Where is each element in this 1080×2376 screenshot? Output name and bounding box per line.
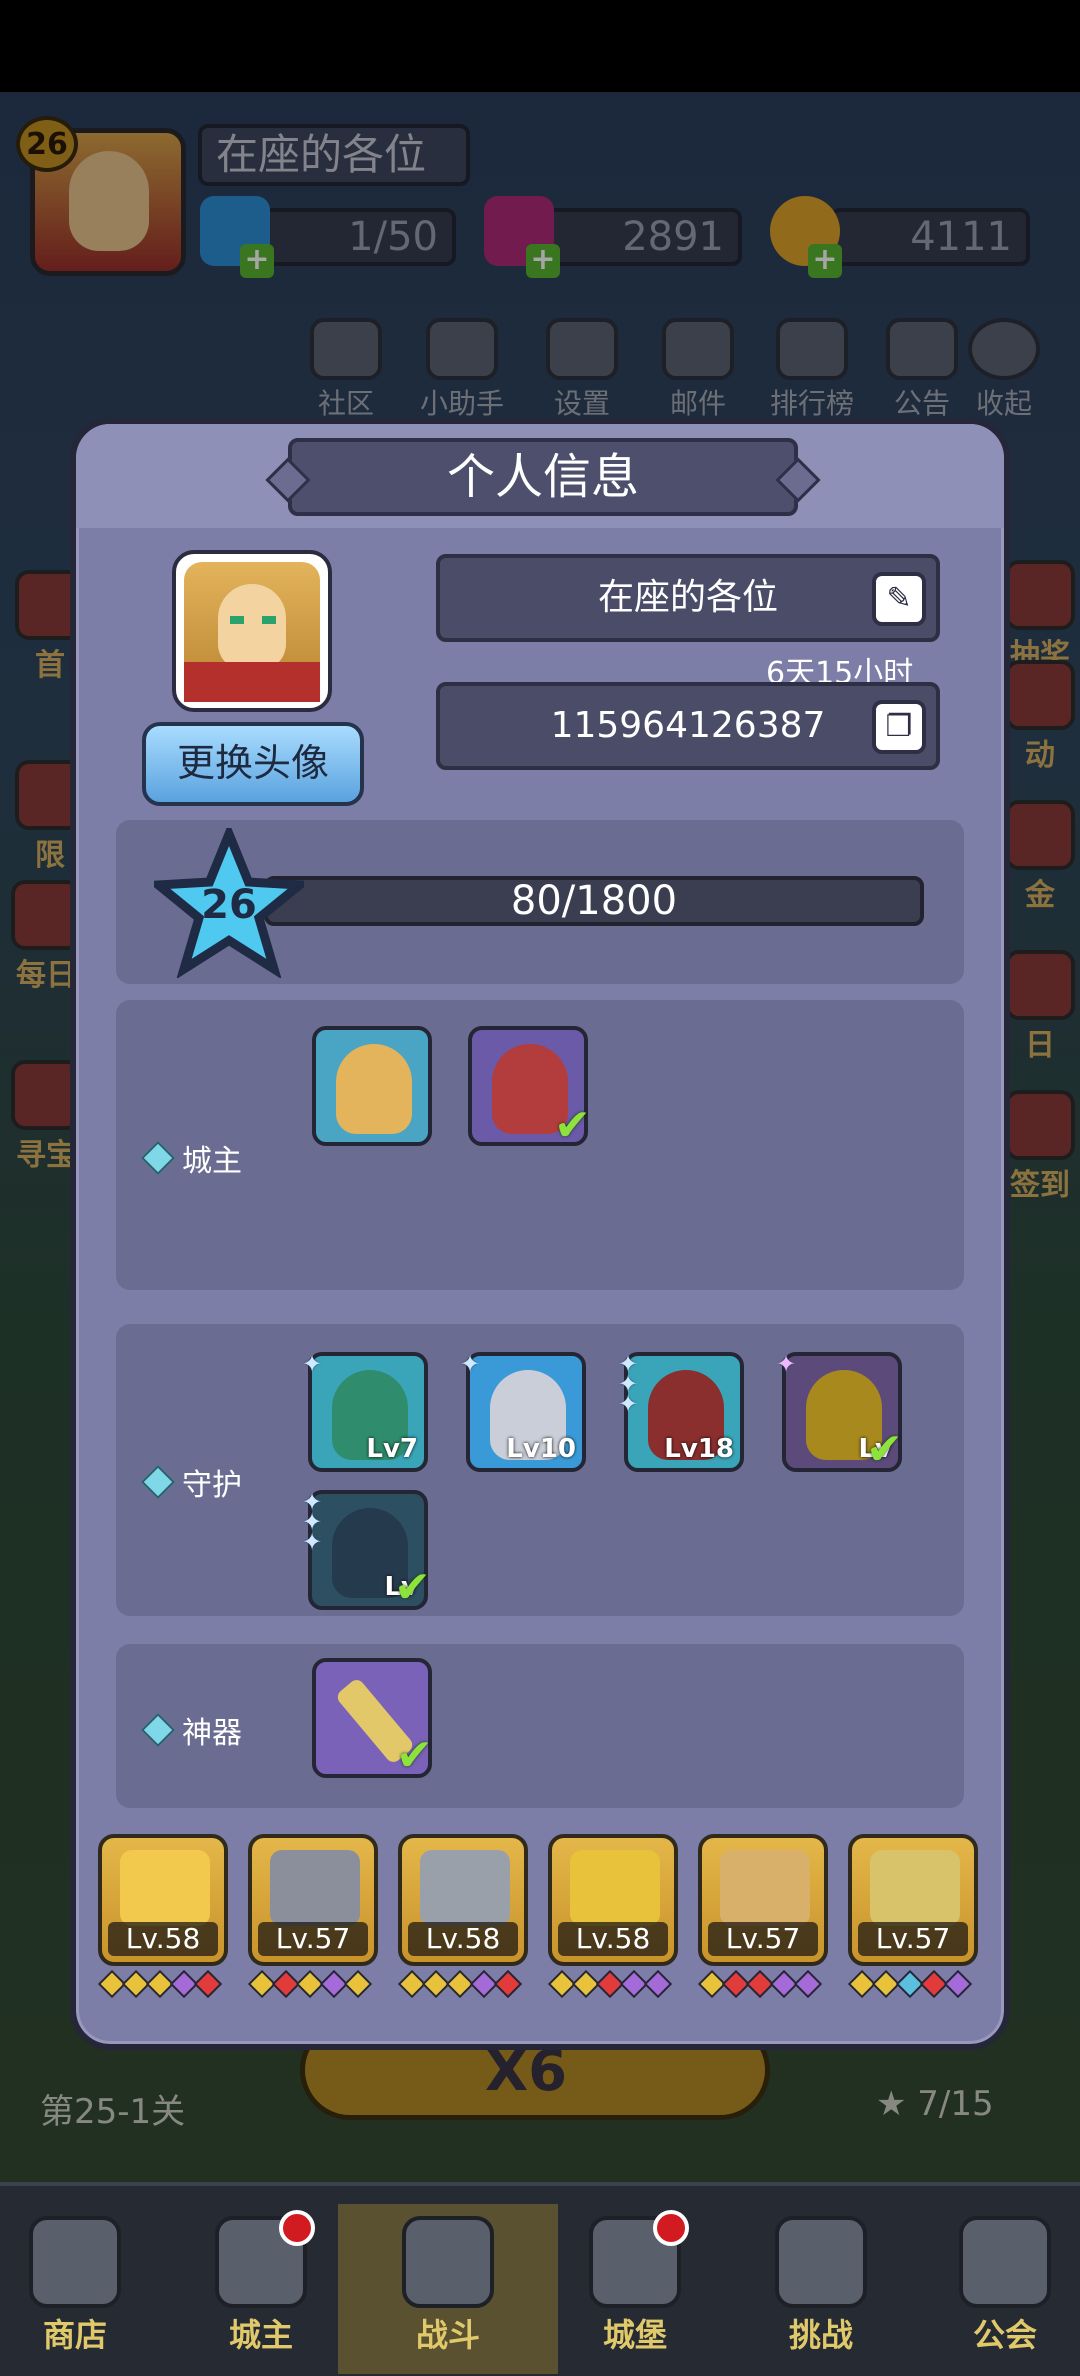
equipment-slot-boots[interactable]: Lv.58 xyxy=(398,1834,528,1966)
nav-challenge[interactable]: 挑战 xyxy=(746,2204,896,2374)
artifacts-panel xyxy=(116,1644,964,1808)
profile-level: 26 xyxy=(201,882,257,928)
notification-badge xyxy=(653,2210,689,2246)
equipment-slot-armor[interactable]: Lv.57 xyxy=(248,1834,378,1966)
name-field: 在座的各位 ✎ xyxy=(436,554,940,642)
nav-shop[interactable]: 商店 xyxy=(0,2204,150,2374)
ring-icon xyxy=(720,1850,810,1926)
star-rank-icon: ✦ xyxy=(776,1350,797,1378)
equipment-slot-staff[interactable]: Lv.58 xyxy=(548,1834,678,1966)
selected-check-icon: ✔ xyxy=(394,1562,431,1613)
boots-icon xyxy=(420,1850,510,1926)
star-rank-icon: ✦ xyxy=(460,1350,481,1378)
selected-check-icon: ✔ xyxy=(396,1730,433,1781)
guardians-section-label: 守护 xyxy=(141,1460,242,1504)
equipment-level: Lv.58 xyxy=(408,1922,518,1956)
crown-icon xyxy=(215,2210,315,2308)
bottom-nav: 商店 城主 战斗 城堡 挑战 公会 xyxy=(0,2182,1080,2376)
selected-check-icon: ✔ xyxy=(866,1424,903,1475)
equipment-gem-slots xyxy=(847,1969,973,1999)
gem-slot xyxy=(643,1969,673,1999)
armor-icon xyxy=(270,1850,360,1926)
edit-icon[interactable]: ✎ xyxy=(872,572,926,626)
modal-title: 个人信息 xyxy=(288,438,798,516)
guardian-tile[interactable]: Lv10 xyxy=(466,1352,586,1472)
equipment-gem-slots xyxy=(97,1969,223,1999)
star-rank-icon: ✦ xyxy=(302,1350,323,1378)
equipment-level: Lv.57 xyxy=(258,1922,368,1956)
id-field: 115964126387 ❐ xyxy=(436,682,940,770)
gem-slot xyxy=(943,1969,973,1999)
staff-icon xyxy=(570,1850,660,1926)
equipment-level: Lv.57 xyxy=(708,1922,818,1956)
equipment-gem-slots xyxy=(697,1969,823,1999)
bow-icon xyxy=(870,1850,960,1926)
lords-section-label: 城主 xyxy=(141,1136,242,1180)
profile-avatar[interactable] xyxy=(172,550,332,712)
star-rank-icon: ✦ ✦ ✦ xyxy=(618,1350,639,1418)
equipment-slot-crown[interactable]: Lv.58 xyxy=(98,1834,228,1966)
status-bar xyxy=(0,0,1080,92)
equipment-gem-slots xyxy=(397,1969,523,1999)
nav-battle[interactable]: 战斗 xyxy=(338,2204,558,2374)
guardian-tile[interactable]: Lv7 xyxy=(308,1352,428,1472)
profile-name: 在座的各位 xyxy=(597,577,778,618)
guardian-tile[interactable]: Lv18 xyxy=(624,1352,744,1472)
equipment-slot-bow[interactable]: Lv.57 xyxy=(848,1834,978,1966)
gem-slot xyxy=(343,1969,373,1999)
diamond-icon xyxy=(141,1141,175,1175)
swords-icon xyxy=(402,2216,494,2308)
equipment-level: Lv.58 xyxy=(558,1922,668,1956)
star-rank-icon: ✦ ✦ ✦ xyxy=(302,1488,323,1556)
selected-check-icon: ✔ xyxy=(554,1100,591,1151)
profile-modal: 个人信息 更换头像 在座的各位 ✎ 6天15小时 115964126387 ❐ … xyxy=(70,418,1010,2050)
lord-tile[interactable] xyxy=(312,1026,432,1146)
nav-castle[interactable]: 城堡 xyxy=(560,2204,710,2374)
copy-icon[interactable]: ❐ xyxy=(872,700,926,754)
equipment-gem-slots xyxy=(547,1969,673,1999)
gem-slot xyxy=(193,1969,223,1999)
shop-icon xyxy=(29,2216,121,2308)
nav-lord[interactable]: 城主 xyxy=(186,2204,336,2374)
artifacts-section-label: 神器 xyxy=(141,1708,242,1752)
demon-icon xyxy=(775,2216,867,2308)
guild-banner-icon xyxy=(959,2216,1051,2308)
diamond-icon xyxy=(141,1465,175,1499)
equipment-slot-ring[interactable]: Lv.57 xyxy=(698,1834,828,1966)
gem-slot xyxy=(793,1969,823,1999)
user-id: 115964126387 xyxy=(550,705,826,746)
crown-icon xyxy=(120,1850,210,1926)
equipment-level: Lv.57 xyxy=(858,1922,968,1956)
gem-slot xyxy=(493,1969,523,1999)
castle-icon xyxy=(589,2210,689,2308)
nav-guild[interactable]: 公会 xyxy=(930,2204,1080,2374)
xp-bar: 80/1800 xyxy=(264,876,924,926)
change-avatar-button[interactable]: 更换头像 xyxy=(142,722,364,806)
equipment-level: Lv.58 xyxy=(108,1922,218,1956)
diamond-icon xyxy=(141,1713,175,1747)
notification-badge xyxy=(279,2210,315,2246)
equipment-gem-slots xyxy=(247,1969,373,1999)
